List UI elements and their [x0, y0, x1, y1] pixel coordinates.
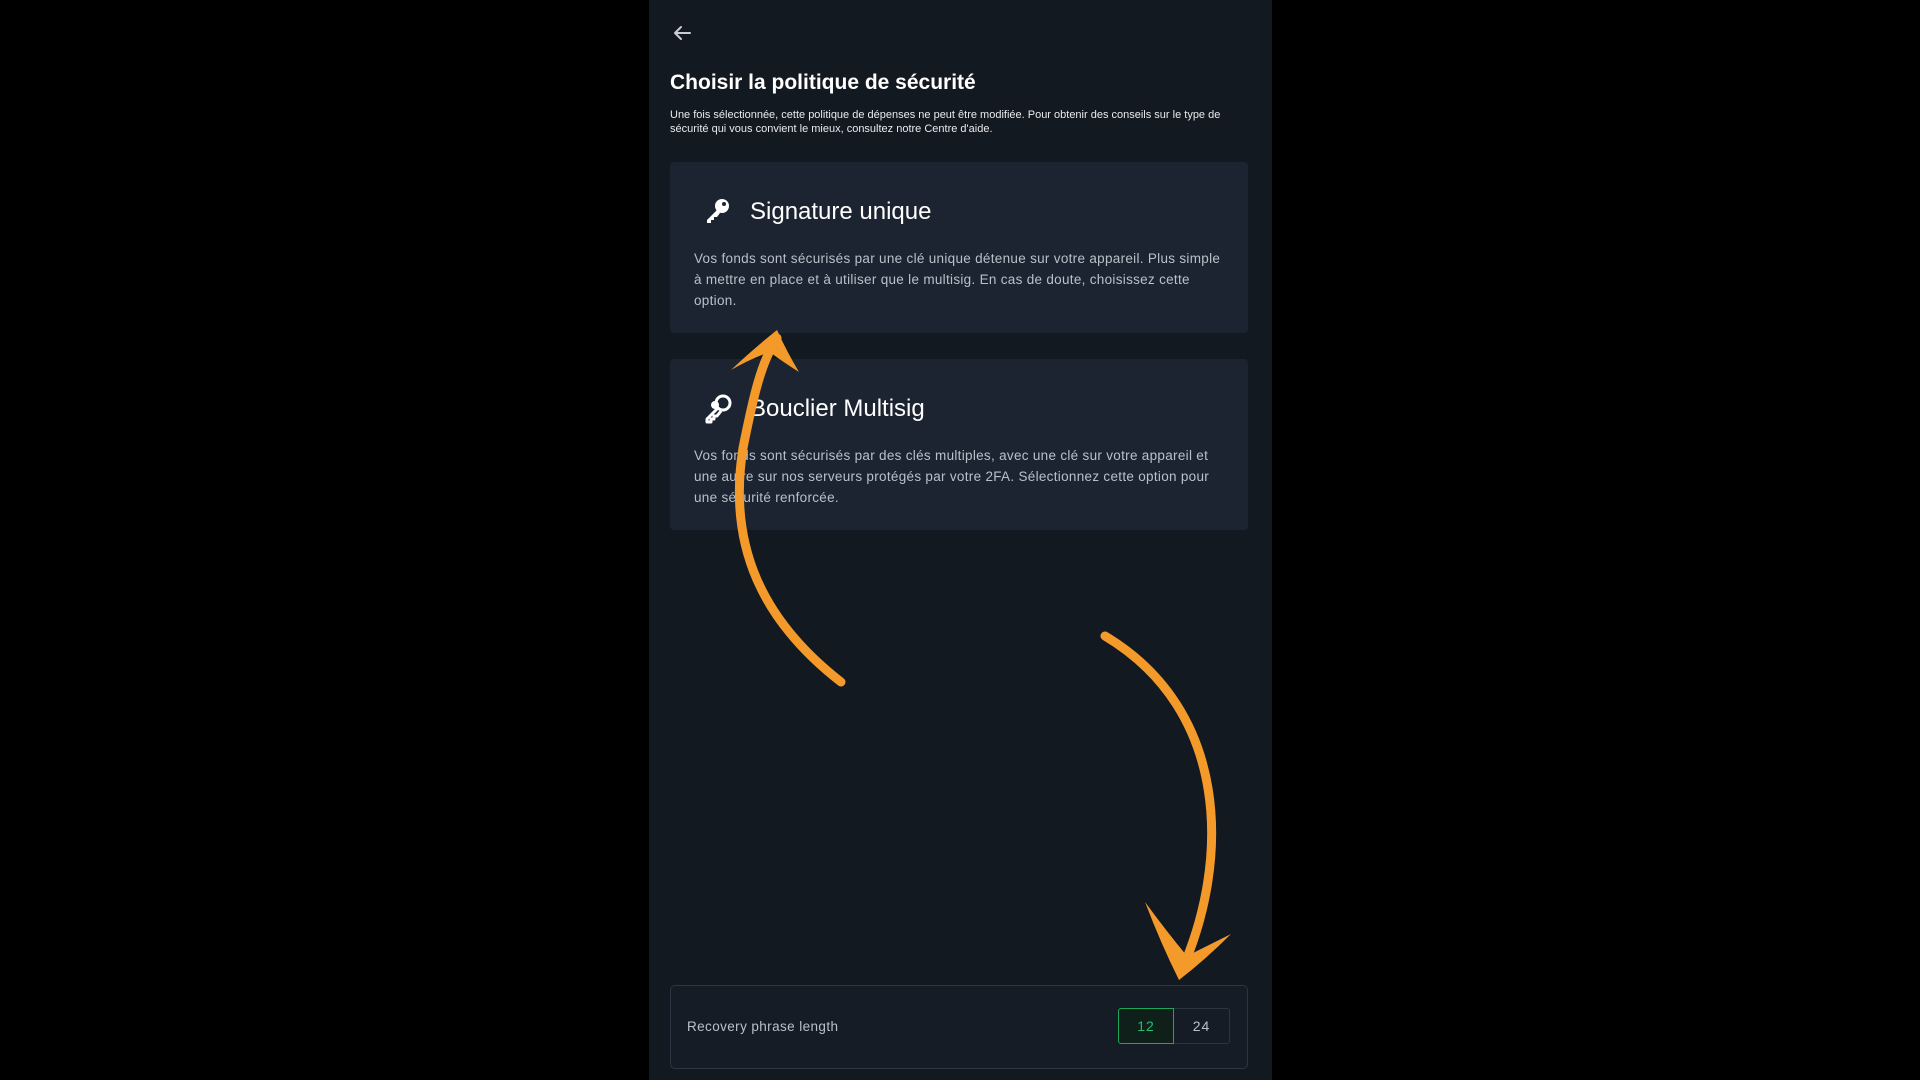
page-subtitle: Une fois sélectionnée, cette politique d…	[670, 109, 1221, 135]
recovery-length-12-button[interactable]: 12	[1118, 1008, 1174, 1044]
option-card-single-signature[interactable]: Signature unique Vos fonds sont sécurisé…	[670, 162, 1248, 333]
key-icon	[702, 196, 732, 226]
option-description: Vos fonds sont sécurisés par une clé uni…	[694, 251, 1221, 308]
option-description: Vos fonds sont sécurisés par des clés mu…	[694, 448, 1210, 505]
recovery-phrase-length-panel: Recovery phrase length 12 24	[670, 985, 1248, 1069]
arrow-left-icon	[674, 26, 691, 40]
recovery-phrase-length-label: Recovery phrase length	[687, 1019, 839, 1034]
page-title: Choisir la politique de sécurité	[670, 71, 976, 94]
recovery-length-24-button[interactable]: 24	[1174, 1008, 1230, 1044]
option-title: Signature unique	[750, 198, 932, 225]
multi-key-icon	[702, 393, 732, 424]
option-card-multisig-shield[interactable]: Bouclier Multisig Vos fonds sont sécuris…	[670, 359, 1248, 530]
back-button[interactable]	[669, 20, 695, 46]
option-title: Bouclier Multisig	[750, 395, 925, 422]
app-screen: Choisir la politique de sécurité Une foi…	[649, 0, 1272, 1080]
annotation-arrow-down-icon	[1100, 631, 1231, 980]
recovery-length-toggle: 12 24	[1118, 1008, 1230, 1044]
